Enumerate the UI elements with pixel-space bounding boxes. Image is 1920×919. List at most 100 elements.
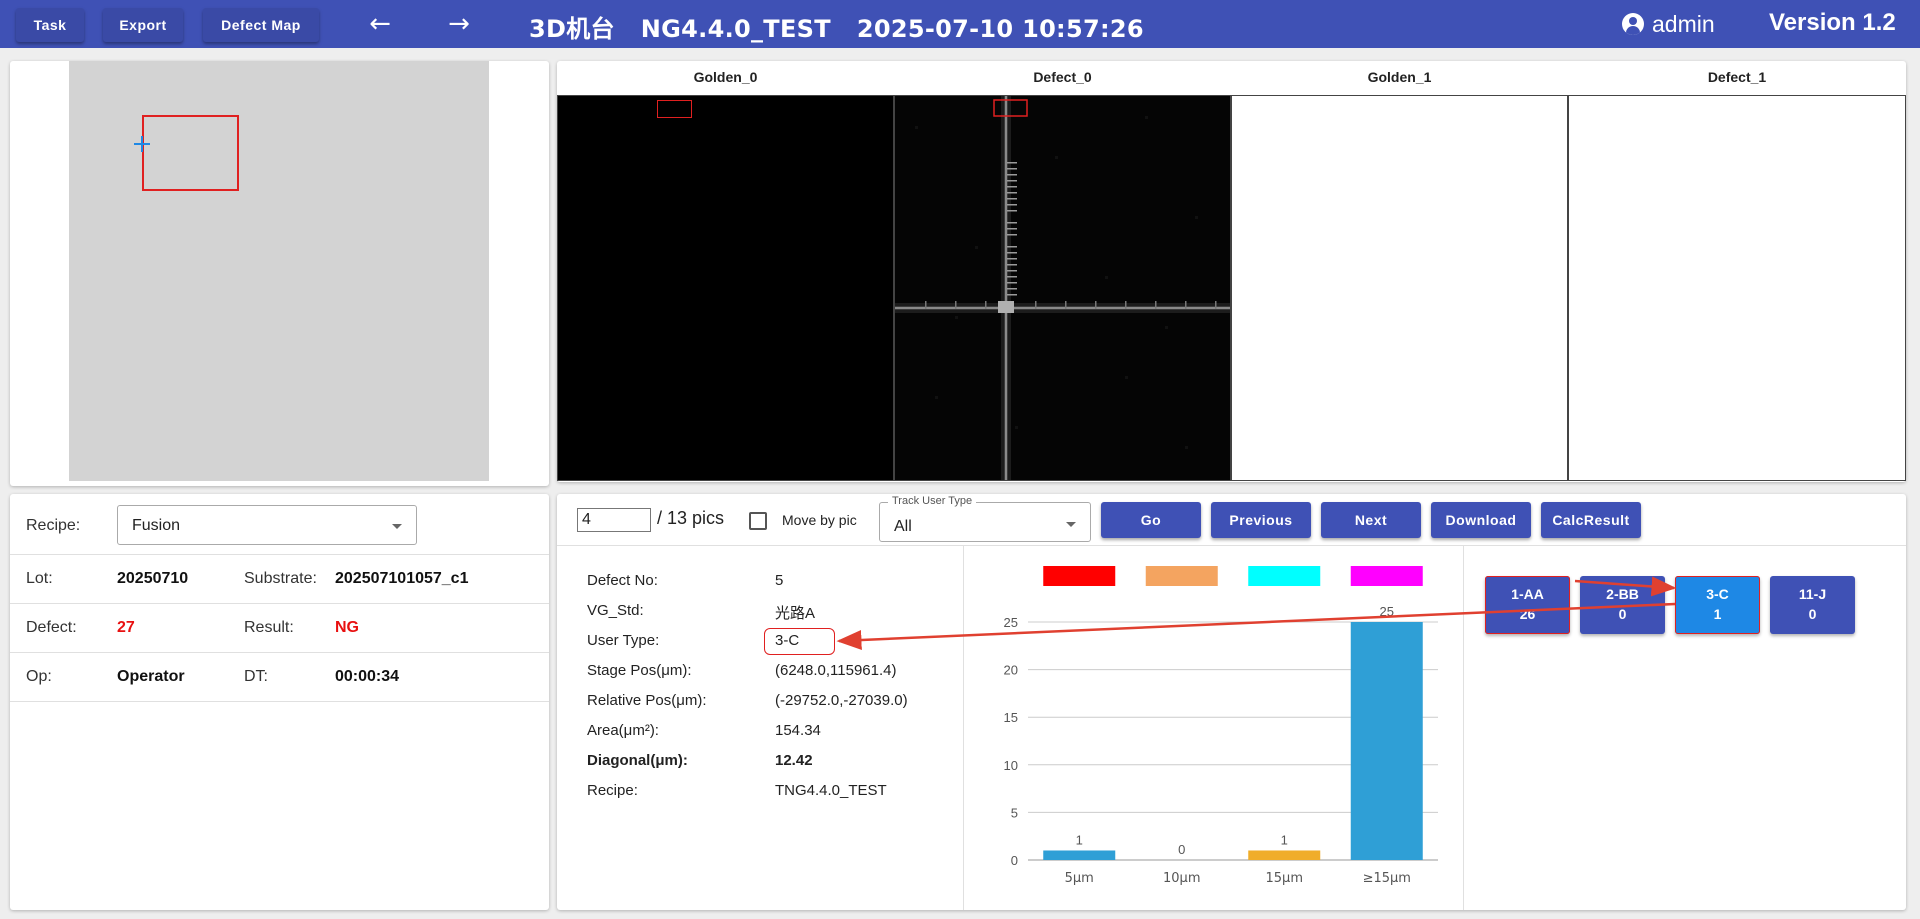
- user-type-button-3-c[interactable]: 3-C 1: [1675, 576, 1760, 634]
- column-divider: [963, 546, 964, 910]
- substrate-label: Substrate:: [244, 570, 317, 587]
- chart-bar: [1043, 850, 1116, 860]
- track-user-type-select[interactable]: Track User Type All: [879, 495, 1091, 542]
- diagonal-label: Diagonal(μm):: [587, 752, 688, 769]
- user-menu[interactable]: admin: [1622, 10, 1715, 38]
- user-type-button-11-j[interactable]: 11-J 0: [1770, 576, 1855, 634]
- lot-value: 20250710: [117, 570, 189, 587]
- vg-std-value: 光路A: [775, 605, 816, 622]
- lot-info-panel: Recipe: Fusion Lot: 20250710 Substrate: …: [10, 494, 549, 910]
- x-tick-label: 15μm: [1266, 871, 1303, 886]
- lot-label: Lot:: [26, 570, 53, 587]
- defect-0-image[interactable]: [894, 95, 1231, 481]
- version-label: Version 1.2: [1769, 9, 1896, 36]
- legend-swatch: [1043, 566, 1116, 586]
- next-button[interactable]: Next: [1321, 502, 1421, 538]
- substrate-value: 202507101057_c1: [335, 570, 469, 587]
- account-circle-icon: [1622, 13, 1644, 35]
- area-value: 154.34: [775, 722, 821, 739]
- result-label: Result:: [244, 619, 294, 636]
- image-header-defect-0: Defect_0: [1033, 69, 1092, 85]
- user-name: admin: [1652, 10, 1715, 37]
- user-type-value: 3-C: [775, 632, 800, 649]
- relative-pos-value: (-29752.0,-27039.0): [775, 692, 908, 709]
- page-number-input[interactable]: 4: [577, 508, 651, 532]
- lot-row: Lot: 20250710 Substrate: 202507101057_c1: [10, 555, 549, 604]
- bar-value-label: 1: [1281, 832, 1288, 847]
- top-app-bar: Task Export Defect Map ← → 3D机台 NG4.4.0_…: [0, 0, 1920, 48]
- defect-no-value: 5: [775, 572, 784, 589]
- dropdown-caret-icon: [1066, 522, 1076, 527]
- task-button[interactable]: Task: [16, 8, 84, 42]
- defect-image-pattern: [895, 96, 1230, 480]
- user-type-name: 11-J: [1798, 586, 1827, 602]
- highlight-box: [1675, 576, 1760, 634]
- x-tick-label: ≥15μm: [1363, 871, 1411, 886]
- move-by-pic-checkbox[interactable]: [749, 512, 767, 530]
- op-label: Op:: [26, 668, 52, 685]
- calc-result-button[interactable]: CalcResult: [1541, 502, 1641, 538]
- image-header-golden-0: Golden_0: [693, 69, 758, 85]
- user-type-button-2-bb[interactable]: 2-BB 0: [1580, 576, 1665, 634]
- user-type-name: 2-BB: [1606, 586, 1639, 602]
- export-button[interactable]: Export: [103, 8, 183, 42]
- user-type-label: User Type:: [587, 632, 660, 649]
- x-tick-label: 5μm: [1065, 871, 1094, 886]
- golden-0-image[interactable]: [557, 95, 894, 481]
- bar-value-label: 0: [1178, 842, 1185, 857]
- golden-1-image[interactable]: [1231, 95, 1568, 481]
- y-tick-label: 25: [1004, 615, 1018, 630]
- user-type-count: 0: [1808, 606, 1817, 622]
- dropdown-caret-icon: [392, 524, 402, 529]
- stage-pos-value: (6248.0,115961.4): [775, 662, 897, 679]
- defect-no-label: Defect No:: [587, 572, 658, 589]
- vg-std-label: VG_Std:: [587, 602, 644, 619]
- defect-row: Defect: 27 Result: NG: [10, 604, 549, 653]
- map-selection-rect: [142, 115, 239, 191]
- chart-bar: [1248, 850, 1321, 860]
- recipe-row: Recipe: Fusion: [10, 494, 549, 555]
- legend-swatch: [1350, 566, 1423, 586]
- image-viewer-panel: Golden_0 Defect_0 Golden_1 Defect_1: [557, 61, 1906, 482]
- y-tick-label: 15: [1004, 710, 1018, 725]
- defect-1-image[interactable]: [1568, 95, 1906, 481]
- stage-pos-label: Stage Pos(μm):: [587, 662, 692, 679]
- image-header-defect-1: Defect_1: [1707, 69, 1767, 85]
- defect-label: Defect:: [26, 619, 77, 636]
- wafer-map[interactable]: [69, 61, 489, 481]
- x-tick-label: 10μm: [1163, 871, 1200, 886]
- previous-button[interactable]: Previous: [1211, 502, 1311, 538]
- defect-size-chart: 051015202515μm010μm115μm25≥15μm: [1004, 566, 1438, 886]
- legend-swatch: [1248, 566, 1321, 586]
- detail-recipe-value: TNG4.4.0_TEST: [775, 782, 887, 799]
- crosshair-icon: [134, 136, 150, 152]
- page-total: / 13 pics: [657, 508, 725, 528]
- bar-value-label: 1: [1076, 832, 1083, 847]
- recipe-select-value: Fusion: [132, 517, 181, 534]
- y-tick-label: 5: [1011, 805, 1018, 820]
- recipe-label: Recipe:: [26, 517, 81, 534]
- defect-map-button[interactable]: Defect Map: [203, 8, 319, 42]
- chart-bar: [1350, 622, 1423, 860]
- page-title: 3D机台 NG4.4.0_TEST 2025-07-10 10:57:26: [529, 15, 1144, 43]
- y-tick-label: 20: [1004, 663, 1018, 678]
- arrow-left-icon[interactable]: ←: [365, 10, 395, 40]
- op-row: Op: Operator DT: 00:00:34: [10, 653, 549, 702]
- result-value: NG: [335, 619, 359, 636]
- recipe-select[interactable]: Fusion: [117, 505, 417, 545]
- highlight-box: [1485, 576, 1570, 634]
- go-button[interactable]: Go: [1101, 502, 1201, 538]
- track-user-type-value: All: [894, 518, 912, 535]
- user-type-button-1-aa[interactable]: 1-AA 26: [1485, 576, 1570, 634]
- detail-recipe-label: Recipe:: [587, 782, 638, 799]
- legend-swatch: [1145, 566, 1218, 586]
- op-value: Operator: [117, 668, 185, 685]
- golden-roi-box: [657, 100, 692, 118]
- download-button[interactable]: Download: [1431, 502, 1531, 538]
- user-type-count: 0: [1618, 606, 1627, 622]
- dt-value: 00:00:34: [335, 668, 400, 685]
- wafer-map-panel: [10, 61, 549, 486]
- defect-count: 27: [117, 619, 135, 636]
- image-header-golden-1: Golden_1: [1367, 69, 1432, 85]
- arrow-right-icon[interactable]: →: [444, 10, 474, 40]
